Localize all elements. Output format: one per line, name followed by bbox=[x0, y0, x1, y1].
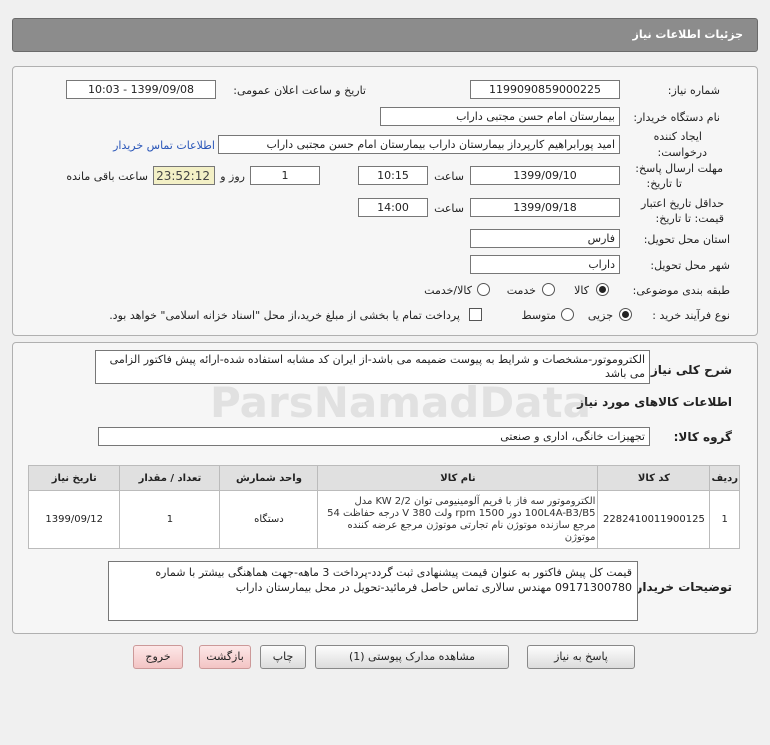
validity-date-field: 1399/09/18 bbox=[470, 198, 620, 217]
province-field: فارس bbox=[470, 229, 620, 248]
announce-label: تاریخ و ساعت اعلان عمومی: bbox=[233, 84, 366, 97]
table-row: 1 2282410011900125 الکتروموتور سه فاز با… bbox=[27, 490, 740, 549]
category-label: طبقه بندی موضوعی: bbox=[632, 284, 730, 297]
process-radio-minor[interactable] bbox=[619, 308, 632, 321]
col-date: تاریخ نیاز bbox=[27, 465, 121, 491]
validity-time-field: 14:00 bbox=[358, 198, 428, 217]
announce-field: 1399/09/08 - 10:03 bbox=[66, 80, 216, 99]
col-qty: تعداد / مقدار bbox=[119, 465, 221, 491]
need-number-label: شماره نیاز: bbox=[667, 84, 720, 97]
category-option-goods-service: کالا/خدمت bbox=[424, 284, 472, 297]
col-name: نام کالا bbox=[317, 465, 599, 491]
goods-table: ردیف کد کالا نام کالا واحد شمارش تعداد /… bbox=[27, 465, 740, 549]
print-button[interactable]: چاپ bbox=[260, 645, 306, 669]
send-time-field: 10:15 bbox=[358, 166, 428, 185]
goods-section-title: اطلاعات کالاهای مورد نیاز bbox=[577, 395, 732, 409]
city-field: داراب bbox=[470, 255, 620, 274]
category-radio-goods-service[interactable] bbox=[477, 283, 490, 296]
back-button[interactable]: بازگشت bbox=[199, 645, 251, 669]
send-time-label: ساعت bbox=[434, 170, 464, 183]
process-radio-medium[interactable] bbox=[561, 308, 574, 321]
need-number-field: 1199090859000225 bbox=[470, 80, 620, 99]
buyer-notes-text: قیمت کل پیش فاکتور به عنوان قیمت پیشنهاد… bbox=[108, 561, 638, 621]
category-option-goods: کالا bbox=[574, 284, 589, 297]
col-code: کد کالا bbox=[597, 465, 711, 491]
days-label: روز و bbox=[220, 170, 245, 183]
remaining-label: ساعت باقی مانده bbox=[66, 170, 148, 183]
col-unit: واحد شمارش bbox=[219, 465, 319, 491]
goods-group-label: گروه کالا: bbox=[673, 430, 732, 444]
send-deadline-label-2: تا تاریخ: bbox=[646, 177, 682, 190]
cell-qty: 1 bbox=[119, 490, 221, 549]
page-title: جزئیات اطلاعات نیاز bbox=[632, 28, 744, 41]
page-header: جزئیات اطلاعات نیاز bbox=[12, 18, 758, 52]
category-radio-goods[interactable] bbox=[596, 283, 609, 296]
process-option-medium: متوسط bbox=[521, 309, 556, 322]
cell-name: الکتروموتور سه فاز با فریم آلومینیومی تو… bbox=[317, 490, 599, 549]
validity-label-1: حداقل تاریخ اعتبار bbox=[640, 197, 724, 210]
validity-time-label: ساعت bbox=[434, 202, 464, 215]
payment-note: پرداخت تمام یا بخشی از مبلغ خرید،از محل … bbox=[109, 309, 460, 322]
cell-row: 1 bbox=[709, 490, 740, 549]
description-label: شرح کلی نیاز: bbox=[646, 363, 732, 377]
creator-label-2: درخواست: bbox=[657, 146, 707, 159]
reply-button[interactable]: پاسخ به نیاز bbox=[527, 645, 635, 669]
treasury-checkbox[interactable] bbox=[469, 308, 482, 321]
buyer-org-field: بیمارستان امام حسن مجتبی داراب bbox=[380, 107, 620, 126]
creator-label-1: ایجاد کننده bbox=[653, 130, 702, 143]
buyer-org-label: نام دستگاه خریدار: bbox=[633, 111, 720, 124]
description-text: الکتروموتور-مشخصات و شرایط به پیوست ضمیم… bbox=[95, 350, 650, 384]
category-option-service: خدمت bbox=[506, 284, 536, 297]
days-field: 1 bbox=[250, 166, 320, 185]
validity-label-2: قیمت: تا تاریخ: bbox=[655, 212, 724, 225]
buyer-contact-link[interactable]: اطلاعات تماس خریدار bbox=[113, 139, 215, 152]
send-date-field: 1399/09/10 bbox=[470, 166, 620, 185]
process-label: نوع فرآیند خرید : bbox=[652, 309, 730, 322]
exit-button[interactable]: خروج bbox=[133, 645, 183, 669]
process-option-minor: جزیی bbox=[587, 309, 613, 322]
creator-field: امید پورابراهیم کارپرداز بیمارستان داراب… bbox=[218, 135, 620, 154]
cell-code: 2282410011900125 bbox=[597, 490, 711, 549]
goods-group-field: تجهیزات خانگی، اداری و صنعتی bbox=[98, 427, 650, 446]
city-label: شهر محل تحویل: bbox=[650, 259, 730, 272]
buyer-notes-label: توضیحات خریدار: bbox=[630, 580, 732, 594]
cell-unit: دستگاه bbox=[219, 490, 319, 549]
category-radio-service[interactable] bbox=[542, 283, 555, 296]
attachments-button[interactable]: مشاهده مدارک پیوستی (1) bbox=[315, 645, 509, 669]
col-row: ردیف bbox=[709, 465, 740, 491]
send-deadline-label-1: مهلت ارسال پاسخ: bbox=[635, 162, 723, 175]
cell-date: 1399/09/12 bbox=[27, 490, 121, 549]
province-label: استان محل تحویل: bbox=[643, 233, 730, 246]
goods-table-header: ردیف کد کالا نام کالا واحد شمارش تعداد /… bbox=[27, 465, 740, 491]
remaining-timer: 23:52:12 bbox=[153, 166, 215, 185]
